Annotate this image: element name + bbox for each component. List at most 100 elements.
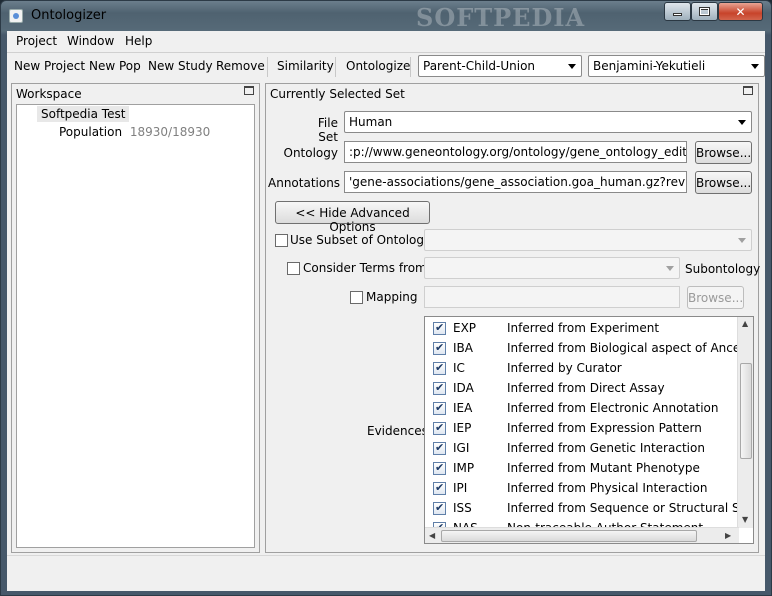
ontologize-button[interactable]: Ontologize <box>346 59 410 73</box>
evidence-code: IPI <box>453 481 468 495</box>
evidence-row[interactable]: IMP Inferred from Mutant Phenotype <box>425 458 735 478</box>
new-project-button[interactable]: New Project <box>14 59 85 73</box>
tree-population-node[interactable]: Population 18930/18930 <box>59 125 210 139</box>
annotations-browse-button[interactable]: Browse... <box>695 171 752 194</box>
file-set-label: File Set <box>317 116 338 144</box>
chevron-down-icon <box>751 64 759 69</box>
correction-value: Benjamini-Yekutieli <box>593 59 706 73</box>
close-button[interactable]: ✕ <box>718 2 763 21</box>
hide-advanced-options-button[interactable]: << Hide Advanced Options <box>275 201 430 234</box>
new-study-button[interactable]: New Study <box>148 59 213 73</box>
scroll-down-icon[interactable]: ▼ <box>742 515 748 524</box>
vertical-scrollbar[interactable]: ▲ ▼ <box>737 317 753 528</box>
remove-button[interactable]: Remove <box>216 59 265 73</box>
chevron-down-icon <box>568 64 576 69</box>
close-icon: ✕ <box>735 4 746 19</box>
ontology-browse-button[interactable]: Browse... <box>695 141 752 164</box>
minimize-icon <box>673 13 682 16</box>
evidence-description: Inferred from Sequence or Structural Sim… <box>507 501 753 515</box>
consider-terms-checkbox[interactable] <box>287 262 300 275</box>
evidence-checkbox[interactable] <box>433 441 446 455</box>
toolbar-separator <box>410 57 411 77</box>
evidence-row[interactable]: IEA Inferred from Electronic Annotation <box>425 398 735 418</box>
title-bar[interactable]: Ontologizer SOFTPEDIA ✕ <box>1 1 771 32</box>
tree-project-node[interactable]: Softpedia Test <box>37 106 130 122</box>
evidence-row[interactable]: IDA Inferred from Direct Assay <box>425 378 735 398</box>
evidences-label: Evidences <box>367 424 428 438</box>
method-select[interactable]: Parent-Child-Union <box>418 55 582 77</box>
evidence-checkbox[interactable] <box>433 321 446 335</box>
menu-bar: Project Window Help <box>7 31 765 53</box>
horizontal-scrollbar[interactable]: ◀ ▶ <box>425 527 739 543</box>
evidence-code: IEP <box>453 421 472 435</box>
app-window: Ontologizer SOFTPEDIA ✕ Project Window H… <box>0 0 772 596</box>
evidence-checkbox[interactable] <box>433 361 446 375</box>
chevron-down-icon <box>738 238 746 243</box>
menu-window[interactable]: Window <box>67 34 114 48</box>
minimize-button[interactable] <box>664 2 691 21</box>
evidence-row[interactable]: IPI Inferred from Physical Interaction <box>425 478 735 498</box>
evidence-code: ISS <box>453 501 472 515</box>
method-value: Parent-Child-Union <box>423 59 536 73</box>
workspace-tree[interactable]: Softpedia Test Population 18930/18930 <box>16 104 255 548</box>
similarity-button[interactable]: Similarity <box>277 59 334 73</box>
chevron-down-icon <box>666 266 674 271</box>
file-set-select[interactable]: Human <box>344 111 752 133</box>
annotations-input[interactable]: 'gene-associations/gene_association.goa_… <box>344 171 687 193</box>
chevron-down-icon <box>738 120 746 125</box>
evidence-description: Inferred from Physical Interaction <box>507 481 708 495</box>
evidence-row[interactable]: ISS Inferred from Sequence or Structural … <box>425 498 753 518</box>
evidence-description: Inferred from Expression Pattern <box>507 421 702 435</box>
evidence-description: Inferred from Experiment <box>507 321 660 335</box>
workspace-title: Workspace <box>16 87 82 101</box>
evidence-checkbox[interactable] <box>433 421 446 435</box>
population-count: 18930/18930 <box>129 125 211 139</box>
evidence-row[interactable]: IEP Inferred from Expression Pattern <box>425 418 735 438</box>
scroll-left-icon[interactable]: ◀ <box>429 531 435 540</box>
evidence-checkbox[interactable] <box>433 461 446 475</box>
evidence-row[interactable]: IC Inferred by Curator <box>425 358 735 378</box>
use-subset-checkbox[interactable] <box>275 234 288 247</box>
mapping-checkbox[interactable] <box>350 291 363 304</box>
maximize-button[interactable] <box>691 2 718 21</box>
ontology-input[interactable]: :p://www.geneontology.org/ontology/gene_… <box>344 141 687 163</box>
status-bar <box>7 555 765 591</box>
mapping-input[interactable] <box>424 286 680 308</box>
menu-help[interactable]: Help <box>125 34 152 48</box>
evidences-list[interactable]: EXP Inferred from Experiment IBA Inferred f… <box>424 316 754 544</box>
evidence-code: IGI <box>453 441 470 455</box>
panel-maximize-icon[interactable] <box>244 86 254 95</box>
toolbar: New Project New Pop New Study Remove Sim… <box>7 54 765 80</box>
correction-select[interactable]: Benjamini-Yekutieli <box>588 55 765 77</box>
evidence-checkbox[interactable] <box>433 501 446 515</box>
scroll-right-icon[interactable]: ▶ <box>725 531 731 540</box>
evidence-code: IEA <box>453 401 473 415</box>
evidence-checkbox[interactable] <box>433 381 446 395</box>
evidence-row[interactable]: EXP Inferred from Experiment <box>425 318 735 338</box>
evidence-row[interactable]: IBA Inferred from Biological aspect of An… <box>425 338 753 358</box>
evidence-description: Inferred by Curator <box>507 361 622 375</box>
evidence-description: Inferred from Mutant Phenotype <box>507 461 700 475</box>
toolbar-separator <box>267 57 268 77</box>
annotations-label: Annotations <box>268 176 341 190</box>
horizontal-scroll-thumb[interactable] <box>441 530 697 542</box>
mapping-browse-button[interactable]: Browse... <box>687 286 744 309</box>
scroll-up-icon[interactable]: ▲ <box>742 319 748 328</box>
evidence-checkbox[interactable] <box>433 481 446 495</box>
vertical-scroll-thumb[interactable] <box>740 363 752 459</box>
new-pop-button[interactable]: New Pop <box>89 59 141 73</box>
client-area: Project Window Help New Project New Pop … <box>7 31 765 591</box>
subset-select[interactable] <box>424 229 752 251</box>
population-label: Population <box>59 125 123 139</box>
consider-terms-label: Consider Terms from <box>303 261 427 275</box>
selected-set-title: Currently Selected Set <box>270 87 405 101</box>
evidence-description: Inferred from Direct Assay <box>507 381 665 395</box>
evidence-checkbox[interactable] <box>433 341 446 355</box>
evidence-code: EXP <box>453 321 477 335</box>
evidence-row[interactable]: IGI Inferred from Genetic Interaction <box>425 438 735 458</box>
evidence-checkbox[interactable] <box>433 401 446 415</box>
consider-terms-select[interactable] <box>424 257 680 279</box>
panel-maximize-icon[interactable] <box>743 86 753 95</box>
evidence-code: IDA <box>453 381 474 395</box>
menu-project[interactable]: Project <box>16 34 57 48</box>
